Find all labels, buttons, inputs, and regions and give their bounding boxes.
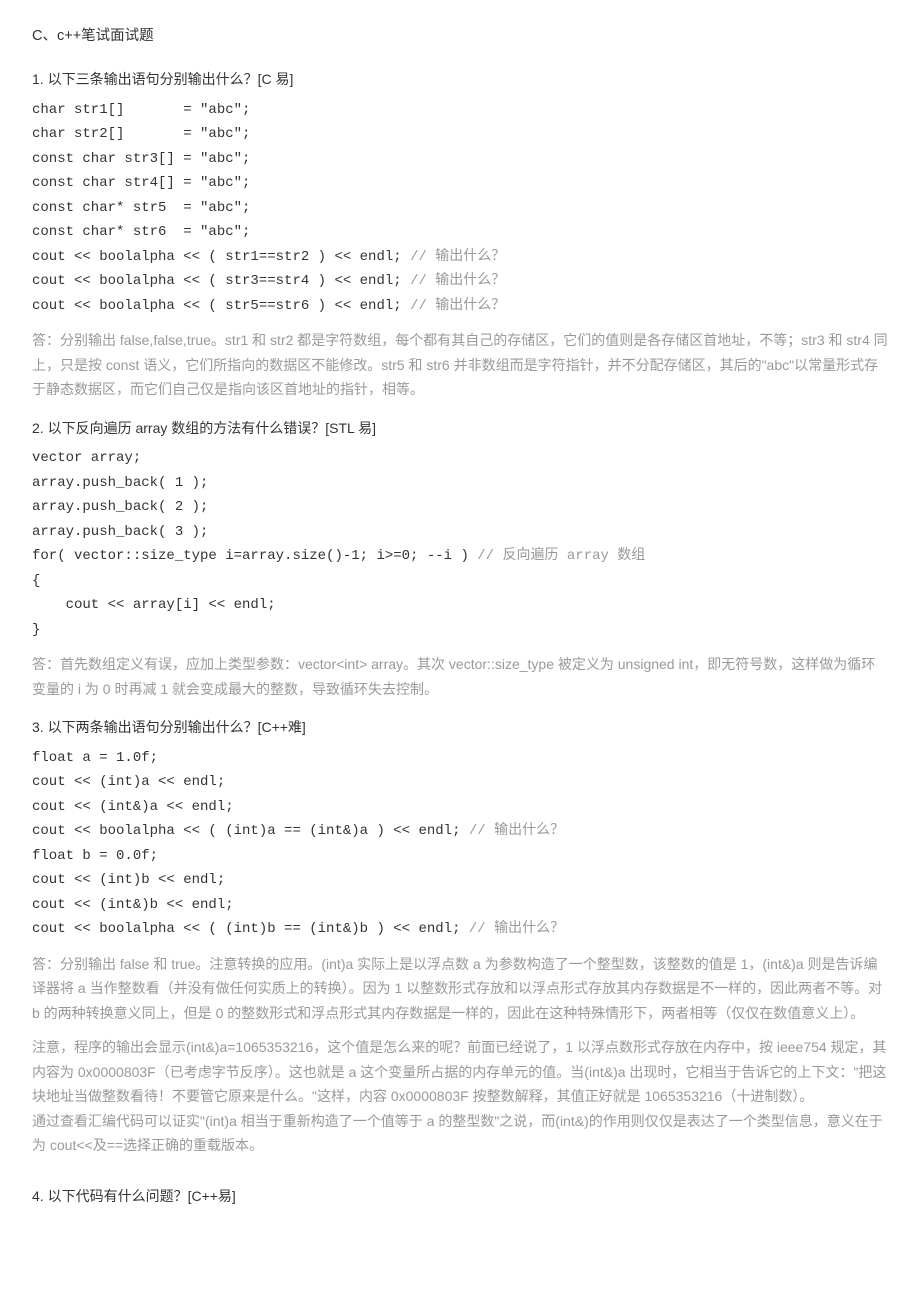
code-line: const char str4[] = "abc"; [32, 171, 888, 196]
code-line: cout << boolalpha << ( str1==str2 ) << e… [32, 245, 888, 270]
code-line: array.push_back( 3 ); [32, 520, 888, 545]
question-1: 1. 以下三条输出语句分别输出什么？[C 易] char str1[] = "a… [32, 67, 888, 402]
code-text: cout << boolalpha << ( str3==str4 ) << e… [32, 273, 410, 289]
code-line: cout << (int&)b << endl; [32, 893, 888, 918]
code-line: cout << boolalpha << ( str3==str4 ) << e… [32, 269, 888, 294]
code-comment: // 输出什么？ [469, 921, 564, 937]
question-4: 4. 以下代码有什么问题？[C++易] [32, 1184, 888, 1209]
code-line: array.push_back( 2 ); [32, 495, 888, 520]
code-line: char str2[] = "abc"; [32, 122, 888, 147]
code-line: cout << boolalpha << ( (int)a == (int&)a… [32, 819, 888, 844]
code-line: const char str3[] = "abc"; [32, 147, 888, 172]
q3-answer: 答：分别输出 false 和 true。注意转换的应用。(int)a 实际上是以… [32, 952, 888, 1026]
code-line: const char* str5 = "abc"; [32, 196, 888, 221]
q3-note1: 注意，程序的输出会显示(int&)a=1065353216，这个值是怎么来的呢？… [32, 1035, 888, 1109]
q2-answer: 答：首先数组定义有误，应加上类型参数：vector<int> array。其次 … [32, 652, 888, 701]
code-line: } [32, 618, 888, 643]
code-line: cout << (int&)a << endl; [32, 795, 888, 820]
code-text: cout << boolalpha << ( str5==str6 ) << e… [32, 298, 410, 314]
code-line: float a = 1.0f; [32, 746, 888, 771]
code-comment: // 输出什么？ [410, 273, 505, 289]
code-comment: // 输出什么？ [410, 249, 505, 265]
q2-head: 2. 以下反向遍历 array 数组的方法有什么错误？[STL 易] [32, 416, 888, 441]
code-line: char str1[] = "abc"; [32, 98, 888, 123]
code-text: cout << boolalpha << ( (int)b == (int&)b… [32, 921, 469, 937]
code-line: cout << (int)a << endl; [32, 770, 888, 795]
code-line: cout << array[i] << endl; [32, 593, 888, 618]
question-2: 2. 以下反向遍历 array 数组的方法有什么错误？[STL 易] vecto… [32, 416, 888, 702]
page-title: C、c++笔试面试题 [32, 24, 888, 49]
q3-head: 3. 以下两条输出语句分别输出什么？[C++难] [32, 715, 888, 740]
q3-note2: 通过查看汇编代码可以证实"(int)a 相当于重新构造了一个值等于 a 的整型数… [32, 1109, 888, 1158]
code-text: cout << boolalpha << ( str1==str2 ) << e… [32, 249, 410, 265]
code-line: const char* str6 = "abc"; [32, 220, 888, 245]
code-line: vector array; [32, 446, 888, 471]
code-line: for( vector::size_type i=array.size()-1;… [32, 544, 888, 569]
code-text: cout << boolalpha << ( (int)a == (int&)a… [32, 823, 469, 839]
q4-head: 4. 以下代码有什么问题？[C++易] [32, 1184, 888, 1209]
code-comment: // 输出什么？ [410, 298, 505, 314]
question-3: 3. 以下两条输出语句分别输出什么？[C++难] float a = 1.0f;… [32, 715, 888, 1158]
code-line: array.push_back( 1 ); [32, 471, 888, 496]
code-comment: // 反向遍历 array 数组 [477, 548, 645, 564]
code-line: cout << boolalpha << ( (int)b == (int&)b… [32, 917, 888, 942]
q1-head: 1. 以下三条输出语句分别输出什么？[C 易] [32, 67, 888, 92]
code-line: cout << (int)b << endl; [32, 868, 888, 893]
q1-answer: 答：分别输出 false,false,true。str1 和 str2 都是字符… [32, 328, 888, 402]
code-line: float b = 0.0f; [32, 844, 888, 869]
code-text: for( vector::size_type i=array.size()-1;… [32, 548, 477, 564]
code-line: cout << boolalpha << ( str5==str6 ) << e… [32, 294, 888, 319]
code-comment: // 输出什么？ [469, 823, 564, 839]
code-line: { [32, 569, 888, 594]
